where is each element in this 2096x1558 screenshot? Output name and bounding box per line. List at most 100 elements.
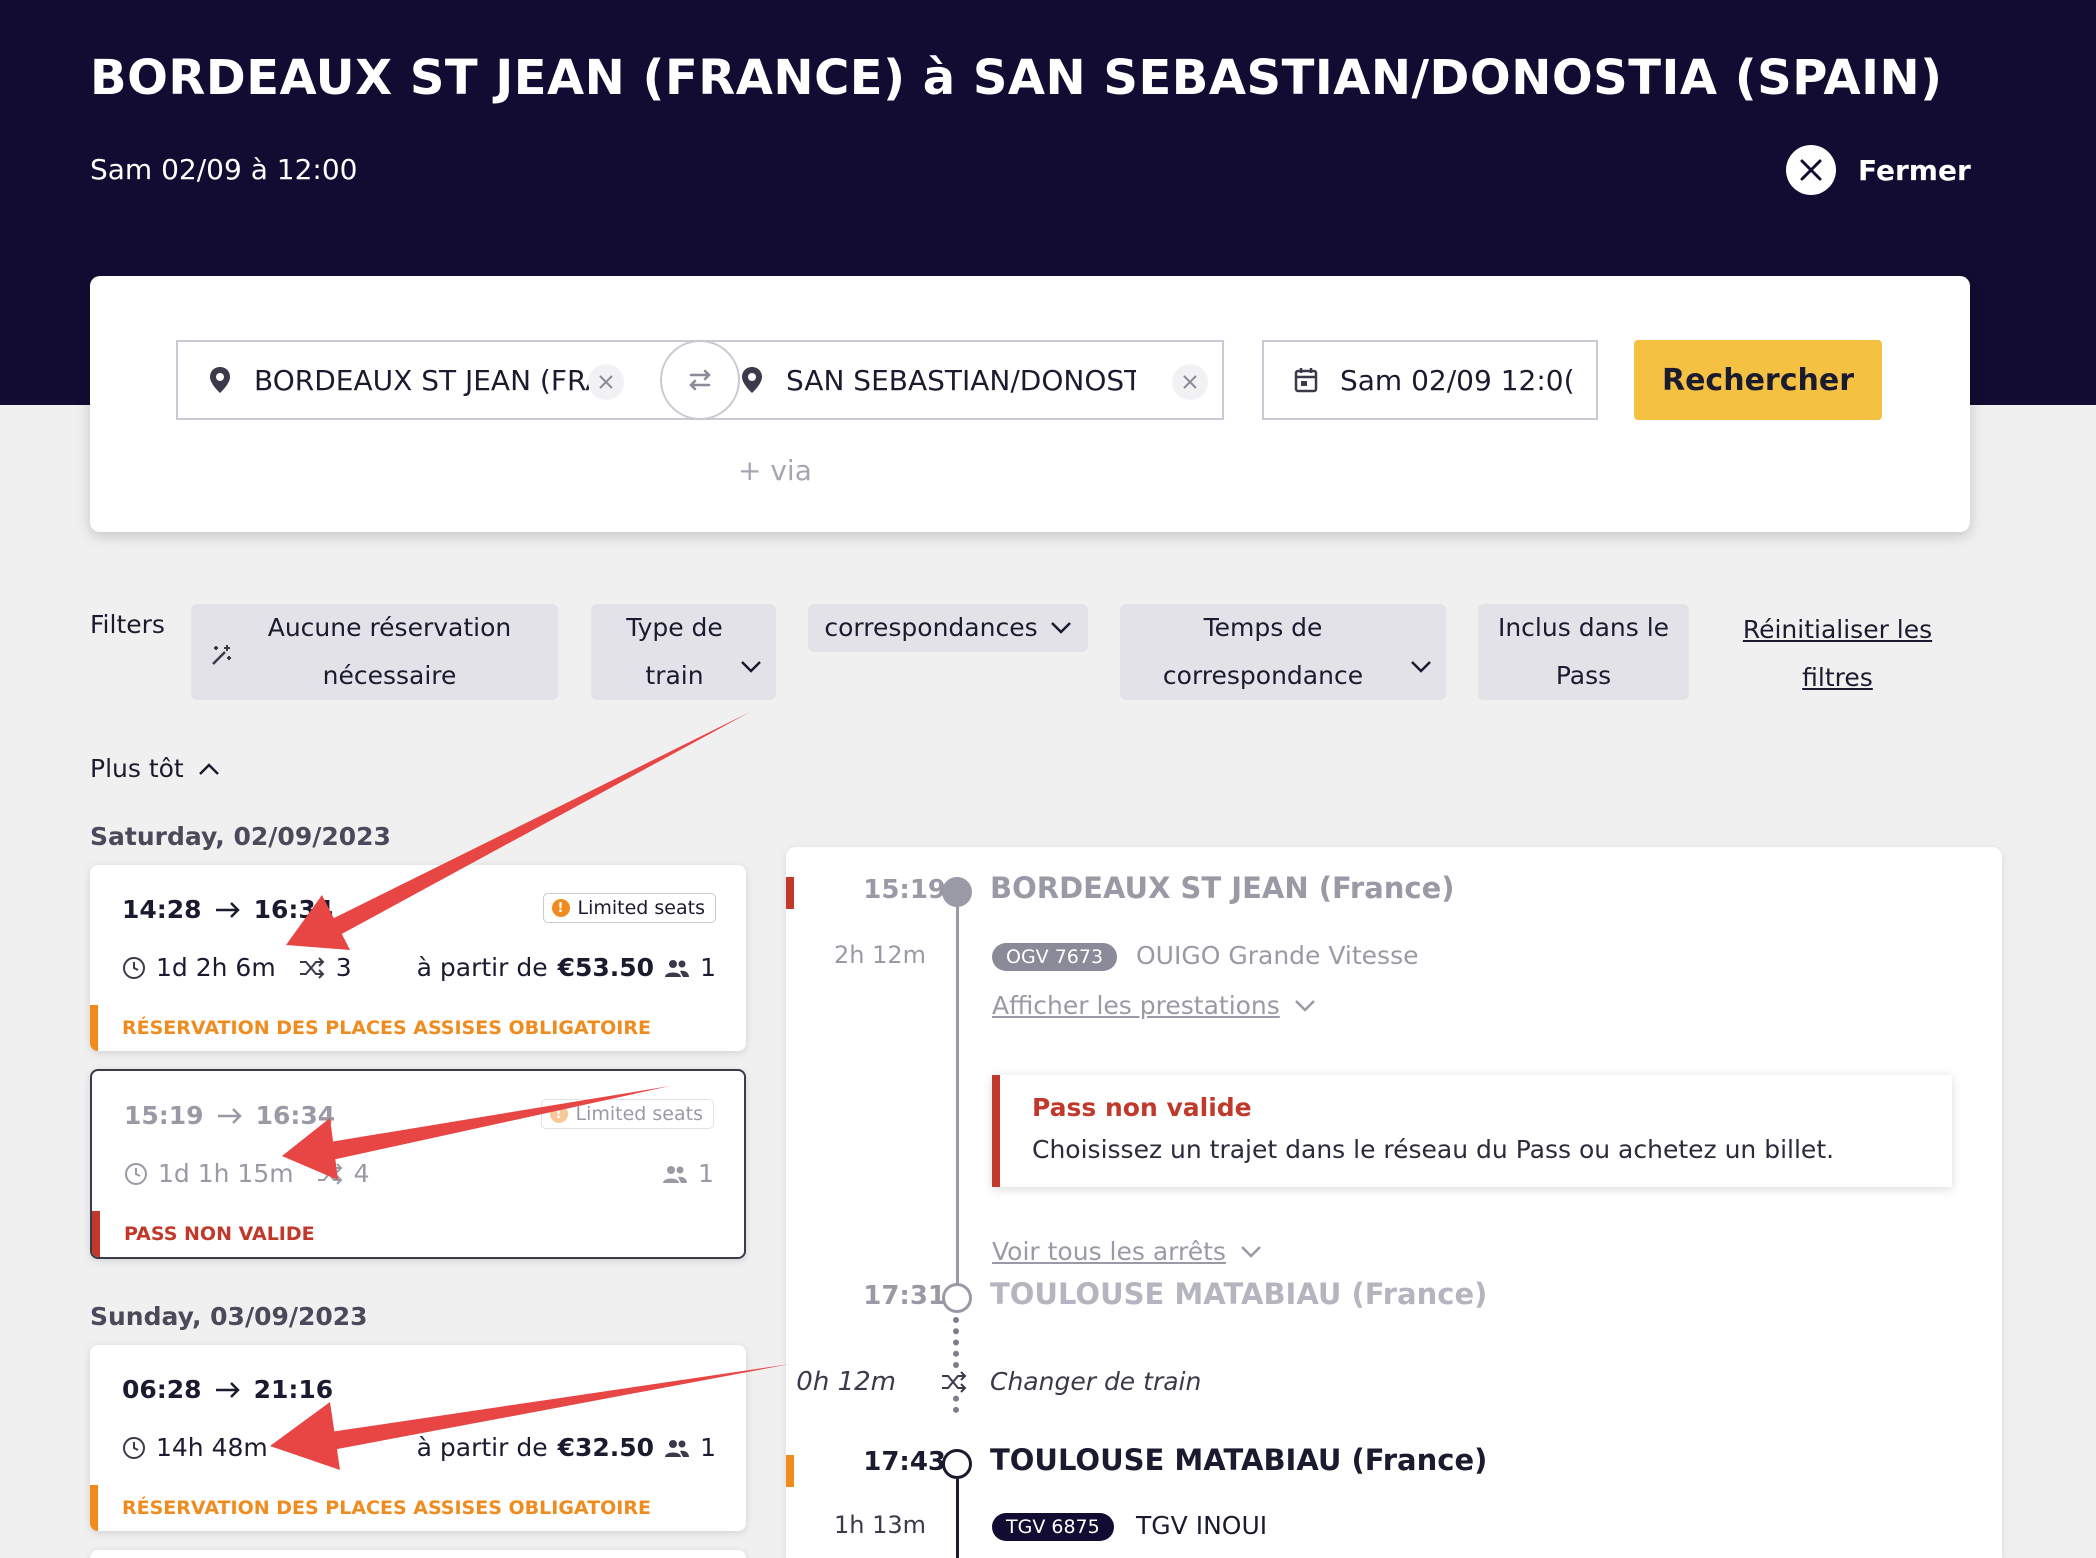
- clear-origin-icon[interactable]: [588, 364, 624, 400]
- journey-duration: 1d 1h 15m: [158, 1159, 294, 1188]
- filter-no-reservation-line1: Aucune réservation: [267, 613, 512, 642]
- journey-price: à partir de €32.50 1: [417, 1433, 716, 1462]
- chevron-down-icon: [1050, 621, 1072, 635]
- filter-train-type[interactable]: Type de train: [591, 604, 776, 700]
- invalid-leg-marker: [786, 877, 794, 909]
- stop-station: BORDEAUX ST JEAN (France): [990, 871, 1455, 905]
- clock-icon: [125, 1162, 147, 1185]
- earlier-toggle[interactable]: Plus tôt: [90, 754, 220, 783]
- limited-seats-badge: ! Limited seats: [540, 1099, 714, 1129]
- timeline-line: [956, 907, 959, 1307]
- shuffle-icon: [299, 956, 325, 979]
- passengers-icon: [663, 1165, 688, 1183]
- arrival-time: 16:34: [255, 1101, 336, 1130]
- train-number-badge: TGV 6875: [992, 1513, 1114, 1541]
- show-all-stops-label: Voir tous les arrêts: [992, 1237, 1226, 1266]
- earlier-label: Plus tôt: [90, 754, 184, 783]
- filter-connections[interactable]: correspondances: [808, 604, 1088, 652]
- arrival-time: 21:16: [253, 1375, 334, 1404]
- stop-station: TOULOUSE MATABIAU (France): [990, 1277, 1488, 1311]
- leg-duration: 1h 13m: [833, 1511, 926, 1539]
- filter-included-in-pass[interactable]: Inclus dans le Pass: [1478, 604, 1689, 700]
- warning-dot-icon: !: [549, 1105, 568, 1123]
- chevron-down-icon: [740, 642, 762, 690]
- journey-card-partial[interactable]: [90, 1550, 746, 1558]
- journey-duration: 14h 48m: [156, 1433, 268, 1462]
- journey-meta: 14h 48m: [122, 1433, 268, 1462]
- stop-time: 15:19: [863, 875, 946, 905]
- chevron-down-icon: [1241, 1245, 1261, 1258]
- clear-destination-icon[interactable]: [1172, 364, 1208, 400]
- journey-changes: 3: [335, 953, 352, 982]
- magic-wand-icon: [207, 638, 235, 686]
- transfer-duration: 0h 12m: [796, 1367, 896, 1397]
- journey-changes: 4: [353, 1159, 370, 1188]
- limited-seats-label: Limited seats: [575, 1103, 703, 1125]
- filter-connection-time[interactable]: Temps de correspondance: [1120, 604, 1446, 700]
- reset-filters-line2: filtres: [1802, 663, 1873, 692]
- swap-icon: [689, 369, 711, 391]
- search-button[interactable]: Rechercher: [1634, 340, 1882, 420]
- destination-field[interactable]: SAN SEBASTIAN/DONOSTI: [700, 340, 1224, 420]
- filter-included-pass-line1: Inclus dans le: [1497, 613, 1670, 642]
- stop-time: 17:43: [863, 1447, 946, 1477]
- date-field[interactable]: Sam 02/09 12:0(: [1262, 340, 1598, 420]
- change-train-label: Changer de train: [990, 1367, 1202, 1396]
- journey-card-selected[interactable]: 15:19 16:34 ! Limited seats 1d 1h 15m 4 …: [90, 1069, 746, 1259]
- limited-seats-label: Limited seats: [577, 897, 705, 919]
- limited-seats-badge: ! Limited seats: [542, 893, 716, 923]
- train-number-badge: OGV 7673: [992, 943, 1118, 971]
- filter-no-reservation[interactable]: Aucune réservation nécessaire: [191, 604, 558, 700]
- add-via-link[interactable]: + via: [738, 454, 812, 487]
- journey-times: 15:19 16:34: [124, 1101, 335, 1130]
- filter-connection-time-line1: Temps de: [1203, 613, 1323, 642]
- reset-filters-line1: Réinitialiser les: [1742, 615, 1933, 644]
- shuffle-icon: [940, 1371, 968, 1393]
- journey-card[interactable]: 14:28 16:34 ! Limited seats 1d 2h 6m 3 à…: [90, 865, 746, 1051]
- stop-time: 17:31: [863, 1281, 946, 1311]
- stop-station: TOULOUSE MATABIAU (France): [990, 1443, 1488, 1477]
- filters-label: Filters: [90, 610, 165, 639]
- show-all-stops-link[interactable]: Voir tous les arrêts: [992, 1237, 1262, 1266]
- passenger-count: 1: [700, 953, 716, 982]
- reset-filters-link[interactable]: Réinitialiser les filtres: [1730, 606, 1945, 702]
- show-services-label: Afficher les prestations: [992, 991, 1280, 1020]
- chevron-down-icon: [1410, 642, 1432, 690]
- passenger-count: 1: [698, 1159, 714, 1188]
- close-button[interactable]: Fermer: [1786, 145, 1971, 195]
- timeline-node: [942, 877, 972, 907]
- clock-icon: [123, 956, 145, 979]
- journey-detail-panel: 15:19 BORDEAUX ST JEAN (France) 2h 12m O…: [786, 847, 2002, 1558]
- shuffle-icon: [317, 1162, 343, 1185]
- seat-reservation-warning: RÉSERVATION DES PLACES ASSISES OBLIGATOI…: [90, 1485, 746, 1531]
- warning-text: RÉSERVATION DES PLACES ASSISES OBLIGATOI…: [122, 1497, 651, 1519]
- timeline-line: [956, 1479, 959, 1558]
- clock-icon: [123, 1436, 145, 1459]
- location-pin-icon: [198, 366, 242, 394]
- filter-no-reservation-line2: nécessaire: [322, 661, 457, 690]
- journey-meta: 1d 1h 15m 4: [124, 1159, 370, 1188]
- chevron-down-icon: [1294, 999, 1315, 1012]
- timeline-node: [942, 1449, 972, 1479]
- filter-connections-label: correspondances: [824, 613, 1038, 642]
- passengers-icon: [665, 959, 690, 977]
- swap-stations-button[interactable]: [660, 340, 740, 420]
- train-operator: OUIGO Grande Vitesse: [1136, 941, 1419, 970]
- warning-dot-icon: !: [551, 899, 570, 917]
- show-services-link[interactable]: Afficher les prestations: [992, 991, 1316, 1020]
- journey-times: 06:28 21:16: [122, 1375, 333, 1404]
- pass-invalid-warning: PASS NON VALIDE: [92, 1211, 744, 1257]
- leg-duration: 2h 12m: [833, 941, 926, 969]
- search-panel: BORDEAUX ST JEAN (FRAN SAN SEBASTIAN/DON…: [90, 276, 1970, 532]
- journey-card[interactable]: 06:28 21:16 14h 48m à partir de €32.50 1…: [90, 1345, 746, 1531]
- departure-time: 15:19: [124, 1101, 204, 1130]
- close-label: Fermer: [1858, 153, 1971, 187]
- price-prefix: à partir de: [416, 1433, 548, 1462]
- alert-body: Choisissez un trajet dans le réseau du P…: [1032, 1135, 1835, 1164]
- origin-field[interactable]: BORDEAUX ST JEAN (FRAN: [176, 340, 706, 420]
- timeline-node: [942, 1283, 972, 1313]
- warning-text: PASS NON VALIDE: [124, 1223, 315, 1245]
- arrow-right-icon: [217, 1107, 242, 1124]
- close-icon: [1786, 145, 1836, 195]
- day-header-sunday: Sunday, 03/09/2023: [90, 1302, 368, 1331]
